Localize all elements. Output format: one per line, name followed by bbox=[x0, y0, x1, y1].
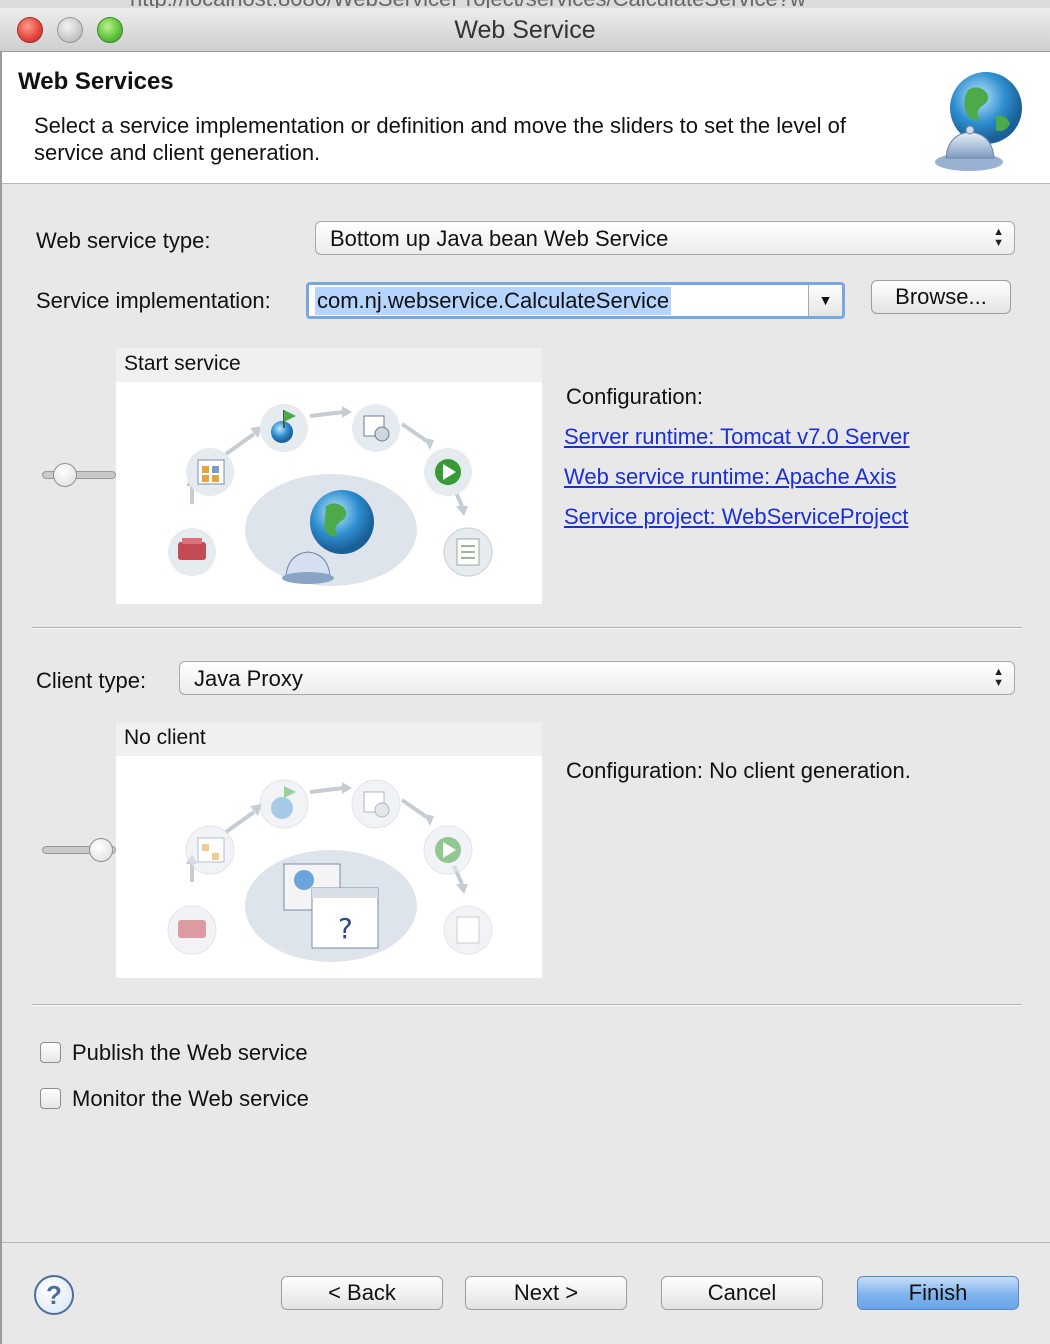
service-implementation-combo[interactable]: com.nj.webservice.CalculateService ▼ bbox=[306, 282, 845, 319]
next-button[interactable]: Next > bbox=[465, 1276, 627, 1310]
service-level-slider[interactable] bbox=[42, 463, 116, 487]
cancel-button[interactable]: Cancel bbox=[661, 1276, 823, 1310]
start-node-icon bbox=[424, 448, 472, 496]
publish-web-service-label: Publish the Web service bbox=[72, 1040, 308, 1065]
finish-button[interactable]: Finish bbox=[857, 1276, 1019, 1310]
wizard-header: Web Services Select a service implementa… bbox=[2, 52, 1050, 184]
client-level-caption: No client bbox=[116, 722, 542, 756]
browse-button[interactable]: Browse... bbox=[871, 280, 1011, 314]
client-level-slider[interactable] bbox=[42, 838, 116, 862]
background-window-strip: http://localhost:8080/WebServiceProject/… bbox=[0, 0, 1050, 8]
background-url-text: http://localhost:8080/WebServiceProject/… bbox=[130, 0, 806, 8]
start-node-icon bbox=[423, 825, 473, 875]
client-configuration-text: Configuration: No client generation. bbox=[566, 758, 911, 783]
service-implementation-input[interactable]: com.nj.webservice.CalculateService bbox=[315, 287, 672, 315]
deploy-node-icon bbox=[260, 404, 308, 452]
monitor-web-service-label: Monitor the Web service bbox=[72, 1086, 309, 1111]
test-node-icon bbox=[443, 905, 493, 955]
service-project-link[interactable]: Service project: WebServiceProject bbox=[564, 504, 908, 530]
client-type-select[interactable]: Java Proxy ▲ ▼ bbox=[179, 661, 1015, 695]
window-left-border bbox=[0, 52, 2, 1344]
assemble-node-icon bbox=[186, 448, 234, 496]
window-titlebar: Web Service bbox=[0, 8, 1050, 52]
chevron-down-icon[interactable]: ▼ bbox=[808, 285, 842, 316]
install-node-icon bbox=[352, 404, 400, 452]
service-level-caption: Start service bbox=[116, 348, 542, 382]
web-service-type-label: Web service type: bbox=[36, 228, 211, 253]
assemble-node-icon bbox=[185, 825, 235, 875]
deploy-node-icon bbox=[259, 779, 309, 829]
test-node-icon bbox=[443, 527, 493, 577]
web-service-type-select[interactable]: Bottom up Java bean Web Service ▲ ▼ bbox=[315, 221, 1015, 255]
page-title: Web Services bbox=[18, 68, 174, 95]
client-type-label: Client type: bbox=[36, 668, 147, 693]
service-slider-handle[interactable] bbox=[53, 463, 77, 487]
web-service-runtime-link[interactable]: Web service runtime: Apache Axis bbox=[564, 464, 896, 490]
section-divider bbox=[32, 627, 1022, 629]
back-button[interactable]: < Back bbox=[281, 1276, 443, 1310]
client-type-value: Java Proxy bbox=[194, 666, 303, 691]
client-lifecycle-diagram: ? bbox=[167, 779, 493, 962]
section-divider bbox=[32, 1004, 1022, 1006]
select-arrows-icon: ▲ ▼ bbox=[993, 226, 1004, 249]
service-configuration-label: Configuration: bbox=[566, 384, 703, 409]
select-arrows-icon: ▲ ▼ bbox=[993, 666, 1004, 689]
service-implementation-label: Service implementation: bbox=[36, 288, 271, 313]
client-slider-handle[interactable] bbox=[89, 838, 113, 862]
publish-web-service-checkbox[interactable] bbox=[40, 1042, 61, 1063]
client-level-panel: No client ? bbox=[116, 722, 542, 978]
help-icon[interactable]: ? bbox=[34, 1275, 74, 1315]
page-description: Select a service implementation or defin… bbox=[34, 113, 846, 165]
button-bar-divider bbox=[2, 1242, 1050, 1243]
server-runtime-link[interactable]: Server runtime: Tomcat v7.0 Server bbox=[564, 424, 910, 450]
service-level-panel: Start service bbox=[116, 348, 542, 604]
web-service-globe-icon bbox=[935, 72, 1022, 171]
monitor-web-service-checkbox[interactable] bbox=[40, 1088, 61, 1109]
svg-text:?: ? bbox=[338, 912, 353, 945]
develop-node-icon bbox=[167, 905, 217, 955]
web-service-type-value: Bottom up Java bean Web Service bbox=[330, 226, 669, 251]
install-node-icon bbox=[351, 779, 401, 829]
window-title: Web Service bbox=[454, 16, 596, 44]
service-lifecycle-diagram bbox=[168, 404, 493, 586]
develop-node-icon bbox=[168, 528, 216, 576]
